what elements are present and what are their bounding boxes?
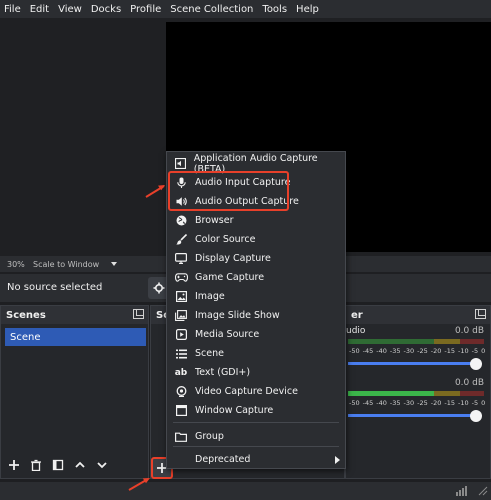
- menu-scene-collection[interactable]: Scene Collection: [170, 4, 253, 15]
- no-source-label: No source selected: [7, 282, 103, 293]
- menu-item-scene[interactable]: Scene: [167, 344, 345, 363]
- app-audio-icon: [167, 158, 194, 169]
- menu-item-deprecated[interactable]: Deprecated: [167, 450, 345, 469]
- slideshow-icon: [167, 310, 195, 321]
- undock-icon[interactable]: [133, 309, 144, 319]
- annotation-highlight-box: [168, 171, 289, 211]
- menu-item-image[interactable]: Image: [167, 287, 345, 306]
- menu-item-display-capture[interactable]: Display Capture: [167, 249, 345, 268]
- volume-slider-track[interactable]: [348, 414, 474, 417]
- status-bar: [0, 482, 491, 500]
- scene-item-label: Scene: [10, 331, 41, 343]
- menu-item-media-source[interactable]: Media Source: [167, 325, 345, 344]
- scene-list-item[interactable]: Scene: [5, 328, 146, 346]
- menu-item-game-capture[interactable]: Game Capture: [167, 268, 345, 287]
- folder-icon: [167, 432, 195, 442]
- globe-icon: [167, 215, 195, 226]
- text-icon: ab: [174, 367, 188, 378]
- signal-strength-icon: [456, 486, 467, 496]
- scenes-dock: Scenes Scene: [0, 305, 149, 479]
- gamepad-icon: [167, 273, 195, 282]
- menu-edit[interactable]: Edit: [30, 4, 49, 15]
- menu-item-image-slide-show[interactable]: Image Slide Show: [167, 306, 345, 325]
- menu-view[interactable]: View: [58, 4, 82, 15]
- menu-item-browser[interactable]: Browser: [167, 211, 345, 230]
- filter-icon: [52, 459, 64, 471]
- meter-red: [460, 391, 484, 396]
- meter-green: [348, 391, 434, 396]
- menu-separator: [173, 422, 339, 423]
- mixer-title: er: [351, 309, 363, 321]
- monitor-icon: [167, 253, 195, 264]
- scenes-toolbar: [1, 452, 148, 478]
- gear-icon: [153, 282, 165, 294]
- meter-scale: -50 -45 -40 -35 -30 -25 -20 -15 -10 -5 0: [349, 399, 486, 407]
- zoom-percent: 30%: [7, 259, 25, 269]
- plus-icon: [9, 460, 19, 470]
- menu-profile[interactable]: Profile: [130, 4, 161, 15]
- zoom-mode[interactable]: Scale to Window: [31, 260, 107, 269]
- menu-item-window-capture[interactable]: Window Capture: [167, 401, 345, 420]
- meter-red: [460, 339, 484, 344]
- media-icon: [167, 329, 195, 340]
- menu-separator: [173, 446, 339, 447]
- menu-item-text-gdi[interactable]: ab Text (GDI+): [167, 363, 345, 382]
- mixer-dock-title: er: [346, 306, 490, 324]
- annotation-arrow-icon: [145, 185, 165, 198]
- remove-scene-button[interactable]: [27, 456, 45, 474]
- mixer-channel-db: 0.0 dB: [454, 378, 484, 388]
- trash-icon: [31, 459, 41, 471]
- menu-bar: File Edit View Docks Profile Scene Colle…: [0, 0, 491, 18]
- scenes-title: Scenes: [6, 309, 46, 321]
- menu-item-group[interactable]: Group: [167, 427, 345, 446]
- list-icon: [167, 349, 195, 359]
- volume-slider-track[interactable]: [348, 362, 474, 365]
- meter-green: [348, 339, 434, 344]
- audio-mixer-dock: er udio 0.0 dB -50 -45 -40 -35 -30 -25 -…: [345, 305, 491, 479]
- volume-slider-knob[interactable]: [470, 358, 482, 370]
- menu-file[interactable]: File: [4, 4, 21, 15]
- window-icon: [167, 405, 195, 416]
- scene-filters-button[interactable]: [49, 456, 67, 474]
- menu-docks[interactable]: Docks: [91, 4, 121, 15]
- menu-help[interactable]: Help: [296, 4, 319, 15]
- menu-item-color-source[interactable]: Color Source: [167, 230, 345, 249]
- move-scene-down-button[interactable]: [93, 456, 111, 474]
- chevron-down-icon[interactable]: [111, 262, 117, 266]
- move-scene-up-button[interactable]: [71, 456, 89, 474]
- mixer-channel-db: 0.0 dB: [454, 326, 484, 336]
- menu-tools[interactable]: Tools: [262, 4, 287, 15]
- image-icon: [167, 291, 195, 302]
- chevron-up-icon: [75, 461, 85, 468]
- meter-yellow: [434, 391, 460, 396]
- add-scene-button[interactable]: [5, 456, 23, 474]
- meter-scale: -50 -45 -40 -35 -30 -25 -20 -15 -10 -5 0: [349, 347, 486, 355]
- paint-brush-icon: [167, 234, 195, 245]
- mixer-channel-label: udio: [346, 326, 366, 336]
- meter-yellow: [434, 339, 460, 344]
- chevron-right-icon: [335, 456, 340, 464]
- scenes-dock-title: Scenes: [1, 306, 148, 324]
- undock-icon[interactable]: [475, 309, 486, 319]
- annotation-arrow-icon: [128, 478, 150, 491]
- volume-slider-knob[interactable]: [470, 410, 482, 422]
- chevron-down-icon: [97, 462, 107, 469]
- resize-grip-icon[interactable]: [478, 486, 488, 496]
- menu-item-video-capture-device[interactable]: Video Capture Device: [167, 382, 345, 401]
- camera-icon: [167, 386, 195, 397]
